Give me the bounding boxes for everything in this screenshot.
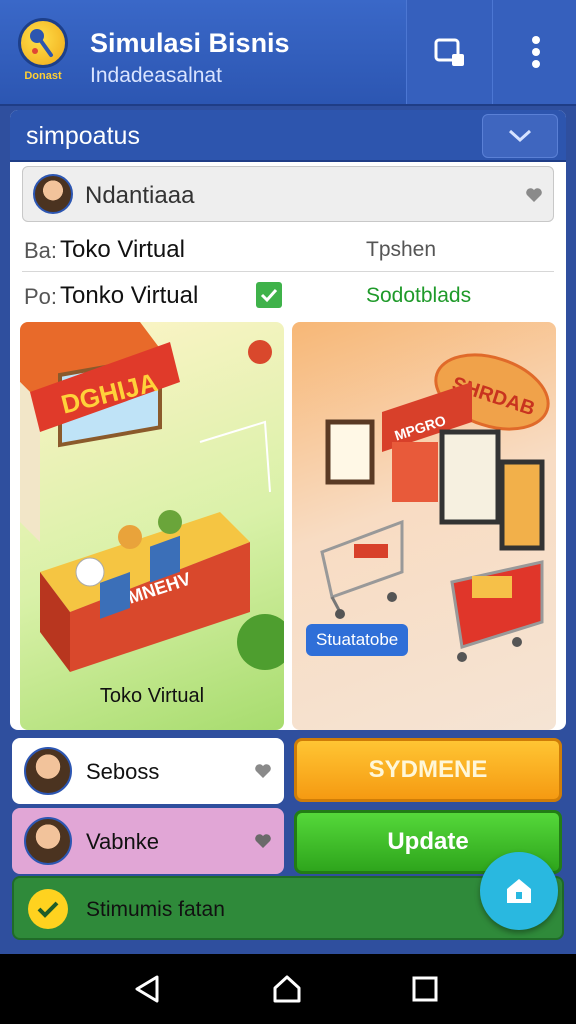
heart-icon (255, 834, 271, 848)
share-button[interactable] (406, 0, 492, 104)
row-value: Toko Virtual (60, 236, 185, 263)
home-icon (273, 975, 301, 1003)
card-header-label: simpoatus (26, 122, 140, 150)
share-screen-icon (434, 38, 464, 66)
status-label: Stimumis fatan (86, 898, 225, 921)
primary-action-button[interactable]: SYDMENE (294, 738, 562, 802)
row-value: Tonko Virtual (60, 282, 199, 309)
check-icon (260, 288, 278, 303)
virtual-shop-illustration[interactable]: DGHIJA SOMNEHV Toko Virtual (20, 322, 284, 730)
row-prefix: Po: (24, 284, 58, 309)
header-dropdown-button[interactable] (482, 114, 558, 158)
back-triangle-icon (135, 975, 159, 1003)
more-vert-icon (531, 36, 540, 68)
user-select[interactable]: Ndantiaaa (22, 166, 554, 222)
callout-label: Stuatatobe (306, 624, 409, 656)
list-item-label: Vabnke (86, 829, 159, 854)
nav-home-button[interactable] (262, 966, 312, 1012)
logo-icon (18, 18, 68, 68)
row-prefix: Ba: (24, 238, 58, 263)
business-card: simpoatus Ndantiaaa Ba: Toko Virtual Tps… (10, 110, 566, 730)
system-nav-bar (0, 954, 576, 1024)
nav-recents-button[interactable] (400, 966, 450, 1012)
panel-caption: Toko Virtual (99, 685, 205, 707)
home-lock-icon (507, 879, 531, 903)
more-menu-button[interactable] (492, 0, 576, 104)
info-row: Po: Tonko Virtual Sodotblads (22, 274, 554, 318)
floating-action-button[interactable] (480, 852, 558, 930)
heart-icon (255, 764, 271, 778)
info-row: Ba: Toko Virtual Tpshen (22, 228, 554, 272)
row-right-text: Tpshen (366, 238, 437, 261)
list-item-vabnke[interactable]: Vabnke (12, 808, 284, 874)
avatar (33, 174, 73, 214)
app-subtitle: Indadeasalnat (90, 64, 222, 87)
logo-text: Donast (24, 70, 62, 82)
row-right-text: Sodotblads (366, 284, 472, 307)
app-title: Simulasi Bisnis (90, 28, 290, 58)
status-check (28, 889, 68, 929)
food-stall-illustration: DGHIJA SOMNEHV (20, 322, 284, 672)
avatar (24, 747, 72, 795)
app-bar: Donast Simulasi Bisnis Indadeasalnat (0, 0, 576, 106)
chevron-down-icon (508, 129, 532, 143)
card-header: simpoatus (10, 110, 566, 162)
heart-icon (526, 188, 542, 202)
row-checkbox[interactable] (256, 282, 282, 308)
avatar (24, 817, 72, 865)
list-item-seboss[interactable]: Seboss (12, 738, 284, 804)
supermarket-illustration[interactable]: SHRDAB MPGRO Stuatatobe (292, 322, 556, 730)
user-select-label: Ndantiaaa (85, 182, 195, 209)
check-icon (37, 901, 59, 918)
list-item-label: Seboss (86, 759, 160, 784)
nav-back-button[interactable] (122, 966, 172, 1012)
store-illustration: SHRDAB MPGRO (320, 353, 550, 662)
recents-square-icon (412, 976, 438, 1002)
app-logo: Donast (14, 18, 72, 88)
